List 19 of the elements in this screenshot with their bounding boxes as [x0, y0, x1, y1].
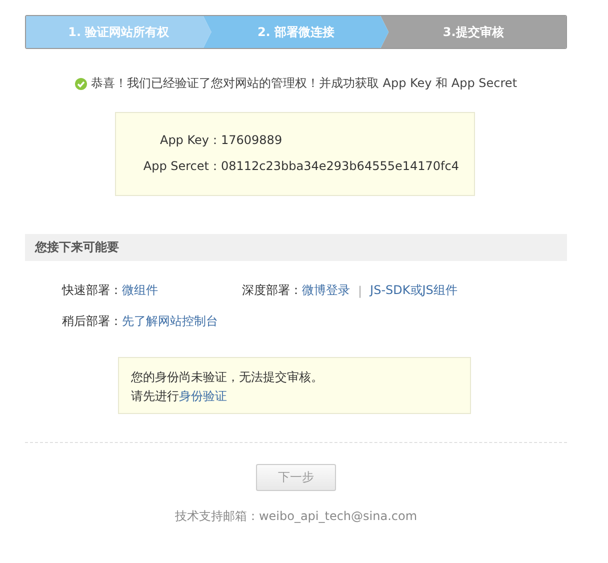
- notice-text: 您的身份尚未验证，无法提交审核。: [131, 369, 324, 386]
- section-title: 您接下来可能要: [35, 239, 119, 256]
- credential-label: App Key：: [158, 132, 221, 148]
- separator: |: [358, 284, 362, 298]
- deploy-label: 快速部署：: [62, 282, 122, 299]
- credential-value: 08112c23bba34e293b64555e14170fc4: [221, 159, 459, 173]
- verify-link[interactable]: 身份验证: [179, 389, 227, 403]
- credential-label: App Sercet：: [142, 158, 221, 174]
- deploy-link[interactable]: 先了解网站控制台: [122, 313, 218, 330]
- check-icon: [74, 78, 87, 90]
- deploy-link[interactable]: JS-SDK或JS组件: [370, 282, 458, 299]
- success-message: 恭喜！我们已经验证了您对网站的管理权！并成功获取 App Key 和 App Secret: [90, 75, 518, 92]
- deploy-link[interactable]: 微博登录: [302, 282, 350, 299]
- credential-value: 17609889: [221, 133, 282, 147]
- deploy-label: 稍后部署：: [62, 313, 122, 330]
- deploy-link[interactable]: 微组件: [122, 282, 158, 299]
- support-email: 技术支持邮箱：weibo_api_tech@sina.com: [174, 508, 418, 525]
- notice-prompt: 请先进行: [131, 389, 179, 403]
- deploy-label: 深度部署：: [242, 282, 302, 299]
